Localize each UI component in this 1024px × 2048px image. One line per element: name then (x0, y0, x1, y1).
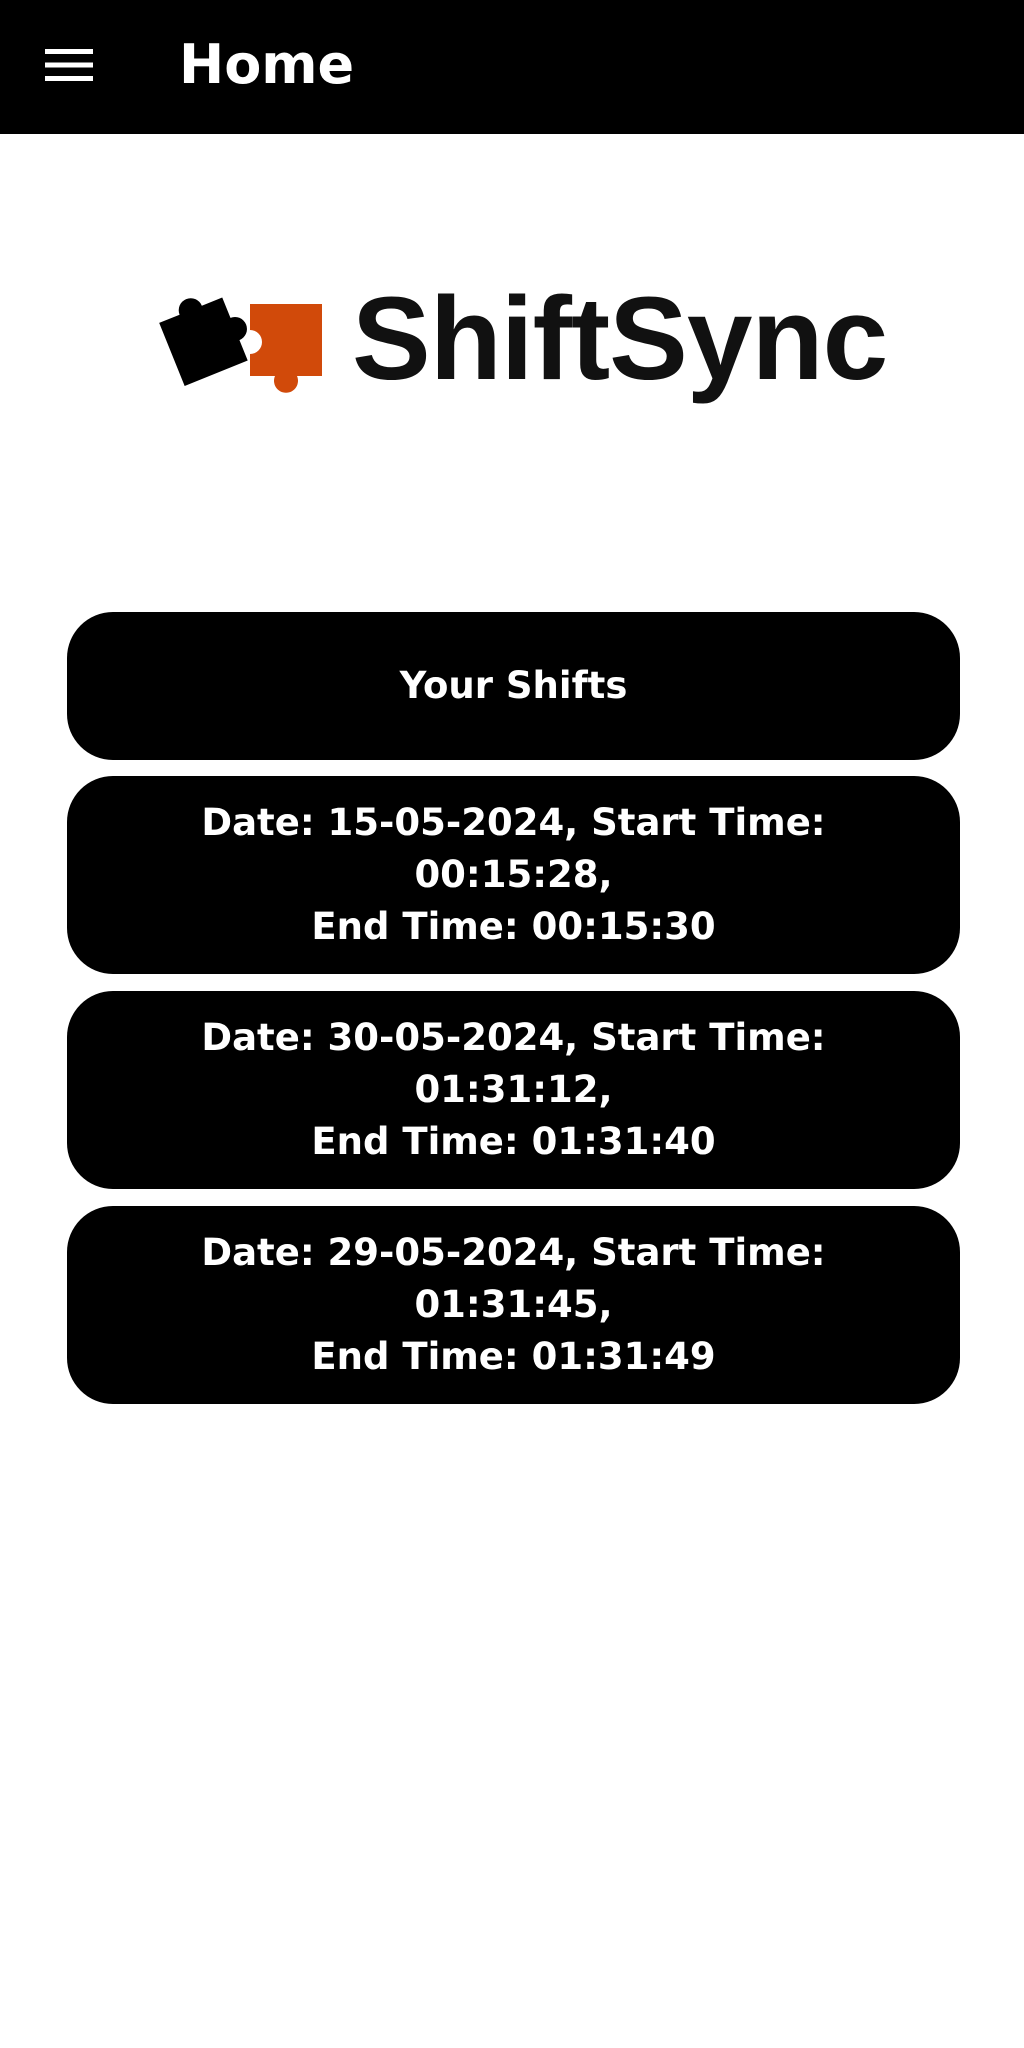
shift-date-start: Date: 30-05-2024, Start Time: 01:31:12, (201, 1016, 826, 1111)
shift-end: End Time: 01:31:49 (311, 1335, 716, 1378)
puzzle-pieces-icon (146, 268, 336, 403)
logo-text: ShiftSync (352, 273, 888, 405)
shift-card[interactable]: Date: 29-05-2024, Start Time: 01:31:45, … (67, 1206, 960, 1404)
your-shifts-label: Your Shifts (399, 664, 628, 707)
app-bar: Home (0, 0, 1024, 134)
shift-date-start: Date: 15-05-2024, Start Time: 00:15:28, (201, 801, 826, 896)
menu-icon (45, 47, 93, 83)
shift-list: Your Shifts Date: 15-05-2024, Start Time… (67, 612, 960, 1421)
shift-card[interactable]: Date: 30-05-2024, Start Time: 01:31:12, … (67, 991, 960, 1189)
shift-end: End Time: 01:31:40 (311, 1120, 716, 1163)
shift-date-start: Date: 29-05-2024, Start Time: 01:31:45, (201, 1231, 826, 1326)
shift-card[interactable]: Date: 15-05-2024, Start Time: 00:15:28, … (67, 776, 960, 974)
page-title: Home (179, 33, 355, 96)
shift-end: End Time: 00:15:30 (311, 905, 716, 948)
app-logo: ShiftSync (146, 268, 888, 418)
your-shifts-button[interactable]: Your Shifts (67, 612, 960, 760)
menu-button[interactable] (30, 34, 108, 96)
